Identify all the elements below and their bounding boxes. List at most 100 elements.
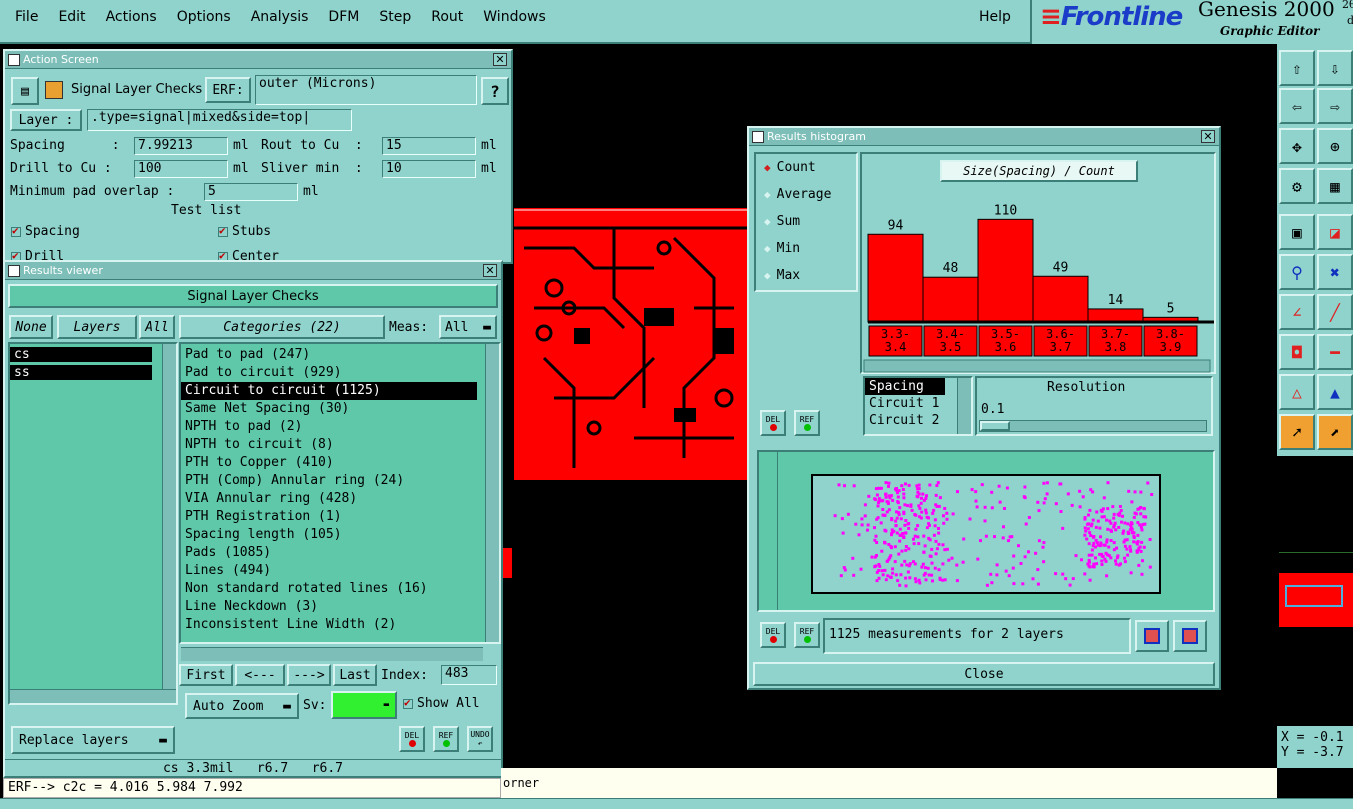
erf-button[interactable]: ERF: [205, 77, 251, 103]
layer-item-cs[interactable]: cs [10, 347, 152, 362]
ref-button[interactable]: REF [433, 726, 459, 752]
category-item[interactable]: NPTH to pad (2) [181, 418, 499, 436]
menu-edit[interactable]: Edit [58, 9, 85, 25]
menu-options[interactable]: Options [177, 9, 231, 25]
zoom-fit-button[interactable] [1135, 620, 1169, 652]
checkbox-icon[interactable] [11, 224, 21, 237]
meas-select[interactable]: All ▬ [439, 315, 497, 339]
spacing-field[interactable]: 7.99213 [134, 137, 228, 155]
show-all-toggle[interactable]: Show All [403, 696, 480, 711]
category-item[interactable]: Inconsistent Line Width (2) [181, 616, 499, 634]
field-item[interactable]: Circuit 1 [865, 395, 971, 412]
categories-scrollbar[interactable] [485, 344, 499, 642]
help-button[interactable]: ? [481, 77, 509, 105]
sv-color-select[interactable]: ▬ [331, 691, 397, 719]
histogram-bar[interactable] [977, 218, 1034, 323]
replace-layers-select[interactable]: Replace layers ▬ [11, 726, 175, 754]
slider-thumb[interactable] [980, 421, 1010, 431]
dist-del-button[interactable]: DEL [760, 622, 786, 648]
category-item[interactable]: Spacing length (105) [181, 526, 499, 544]
del-button[interactable]: DEL [399, 726, 425, 752]
line-draw-icon[interactable]: ╱ [1317, 294, 1353, 330]
histogram-bar[interactable] [1032, 275, 1089, 323]
menu-file[interactable]: File [15, 9, 38, 25]
book-icon[interactable]: ▤ [11, 77, 39, 105]
histogram-bar[interactable] [922, 276, 979, 323]
menu-actions[interactable]: Actions [106, 9, 157, 25]
categories-button[interactable]: Categories (22) [179, 315, 385, 339]
distribution-map[interactable] [811, 474, 1161, 594]
category-item[interactable]: VIA Annular ring (428) [181, 490, 499, 508]
categories-hscrollbar[interactable] [181, 647, 483, 661]
menu-windows[interactable]: Windows [483, 9, 546, 25]
zoom-select-button[interactable] [1173, 620, 1207, 652]
mode-radio-min[interactable]: ◆ Min [756, 235, 856, 262]
line-angle-icon[interactable]: ∠ [1279, 294, 1315, 330]
pad-overlap-field[interactable]: 5 [204, 183, 298, 201]
histogram-titlebar[interactable]: Results histogram [749, 128, 1219, 146]
field-item[interactable]: Circuit 2 [865, 412, 971, 429]
net-icon[interactable]: ⚲ [1279, 254, 1315, 290]
all-button[interactable]: All [139, 315, 175, 339]
menu-dfm[interactable]: DFM [328, 9, 359, 25]
zoom-center-icon[interactable]: ⊕ [1317, 128, 1353, 164]
category-item[interactable]: Pad to circuit (929) [181, 364, 499, 382]
menu-analysis[interactable]: Analysis [251, 9, 309, 25]
zoom-fit-icon[interactable]: ✥ [1279, 128, 1315, 164]
auto-zoom-select[interactable]: Auto Zoom ▬ [185, 693, 299, 719]
cross-icon[interactable]: ✖ [1317, 254, 1353, 290]
layer-field[interactable]: .type=signal|mixed&side=top| [87, 109, 352, 131]
field-item[interactable]: Spacing [865, 378, 945, 395]
mode-radio-count[interactable]: ◆ Count [756, 154, 856, 181]
category-item[interactable]: Circuit to circuit (1125) [181, 382, 477, 400]
layers-button[interactable]: Layers [57, 315, 137, 339]
close-icon[interactable]: ✕ [493, 53, 507, 66]
histogram-close-button[interactable]: Close [753, 662, 1215, 686]
category-item[interactable]: Same Net Spacing (30) [181, 400, 499, 418]
layer-list-hscrollbar[interactable] [10, 689, 176, 703]
resolution-slider[interactable] [979, 420, 1207, 432]
next-button[interactable]: ---> [287, 664, 331, 686]
category-item[interactable]: PTH to Copper (410) [181, 454, 499, 472]
category-item[interactable]: Pads (1085) [181, 544, 499, 562]
last-button[interactable]: Last [333, 664, 377, 686]
layer-item-ss[interactable]: ss [10, 365, 152, 380]
menu-rout[interactable]: Rout [431, 9, 463, 25]
sliver-field[interactable]: 10 [382, 160, 476, 178]
checkbox-icon[interactable] [218, 224, 228, 237]
histogram-hscrollbar[interactable] [863, 359, 1211, 373]
undo-button[interactable]: UNDO ↶ [467, 726, 493, 752]
prev-button[interactable]: <--- [235, 664, 285, 686]
histogram-bar[interactable] [1087, 308, 1144, 323]
histogram-chart[interactable]: 94 3.3-3.4 48 3.4-3.5 110 3.5-3.6 49 3.6-3.7 14 3… [862, 154, 1214, 374]
field-list-scrollbar[interactable] [957, 378, 971, 434]
drill-field[interactable]: 100 [134, 160, 228, 178]
none-button[interactable]: None [9, 315, 53, 339]
category-item[interactable]: Non standard rotated lines (16) [181, 580, 499, 598]
settings-icon[interactable]: ⚙ [1279, 168, 1315, 204]
category-item[interactable]: Line Neckdown (3) [181, 598, 499, 616]
index-field[interactable]: 483 [441, 665, 497, 685]
category-item[interactable]: PTH (Comp) Annular ring (24) [181, 472, 499, 490]
menu-step[interactable]: Step [379, 9, 411, 25]
first-button[interactable]: First [179, 664, 233, 686]
layer-list[interactable]: cs ss [8, 342, 178, 705]
mode-radio-sum[interactable]: ◆ Sum [756, 208, 856, 235]
category-item[interactable]: Pad to pad (247) [181, 346, 499, 364]
measure-icon[interactable]: ━ [1317, 334, 1353, 370]
edit-shape-icon[interactable]: ◪ [1317, 214, 1353, 250]
pan-left-icon[interactable]: ⇦ [1279, 88, 1315, 124]
select-box-icon[interactable]: ▣ [1279, 214, 1315, 250]
clipboard-up-icon[interactable]: ⇧ [1279, 50, 1315, 86]
mode-radio-max[interactable]: ◆ Max [756, 262, 856, 289]
category-item[interactable]: Lines (494) [181, 562, 499, 580]
pcb-board-canvas[interactable] [514, 208, 748, 480]
close-icon[interactable]: ✕ [483, 264, 497, 277]
clipboard-down-icon[interactable]: ⇩ [1317, 50, 1353, 86]
rout-field[interactable]: 15 [382, 137, 476, 155]
mode-radio-average[interactable]: ◆ Average [756, 181, 856, 208]
overview-map[interactable] [1279, 552, 1353, 726]
pointer-box-icon[interactable]: ⬈ [1317, 414, 1353, 450]
menu-help[interactable]: Help [979, 9, 1011, 25]
categories-list[interactable]: Pad to pad (247) Pad to circuit (929) Circ… [179, 342, 501, 644]
